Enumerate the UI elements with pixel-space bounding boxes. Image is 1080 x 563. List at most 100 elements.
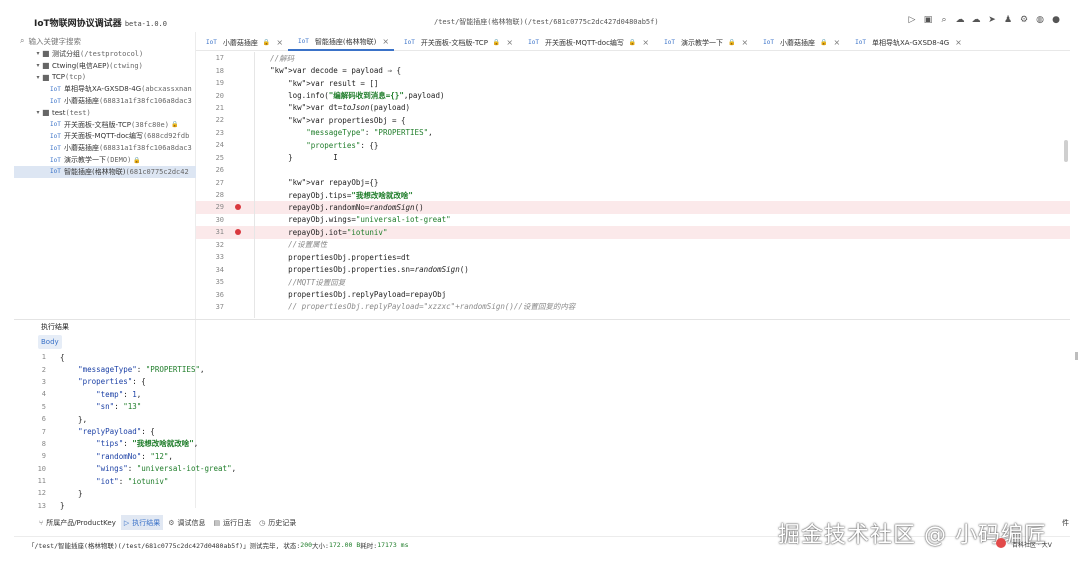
code-line[interactable]: 37 // propertiesObj.replyPayload="xzzxc"… [196,301,1070,313]
line-number: 27 [215,178,224,187]
tree-key: (68831a1f38fc106a8dac3 [99,144,192,153]
close-icon[interactable]: × [506,38,513,47]
chevron-down-icon[interactable]: ▾ [34,50,42,57]
bottom-tab-4[interactable]: ▤ 运行日志 [211,515,255,530]
chevron-down-icon[interactable]: ▾ [34,109,42,116]
tab-5[interactable]: IoT 演示教学一下 🔒 × [654,34,753,51]
chevron-down-icon[interactable]: ▾ [34,62,42,69]
tree-item[interactable]: IoT 智能插座(格林物联) (681c0775c2dc42 [14,165,196,178]
code-line[interactable]: 19 "kw">var result = [] [196,77,1070,89]
json-text: } [60,488,83,498]
app-version: beta-1.0.0 [124,20,167,28]
bottom-tab-3[interactable]: ⚙ 调试信息 [165,515,208,530]
line-number: 19 [215,79,224,88]
line-number: 20 [215,91,224,100]
json-text: } [60,501,65,511]
tab-label: 小蘑菇插座 [222,38,258,47]
search-icon[interactable]: ⌕ [938,14,950,26]
code-line[interactable]: 22 "kw">var propertiesObj = { [196,114,1070,126]
line-number: 26 [215,166,224,175]
settings-icon[interactable]: ⚙ [1018,14,1030,26]
line-number: 1 [41,353,46,362]
github-icon[interactable]: ● [1050,14,1062,26]
window-path: /test/智能插座(格林物联)(/test/681c0775c2dc427d0… [434,18,659,26]
json-result-view[interactable]: 1{2 "messageType": "PROPERTIES", 3 "prope… [14,351,1070,513]
save-icon[interactable]: ▣ [922,14,934,26]
code-line[interactable]: 31 repayObj.iot="iotuniv" [196,226,1070,239]
bottom-tab-5[interactable]: ◷ 历史记录 [256,515,299,530]
tab-1[interactable]: IoT 小蘑菇插座 🔒 × [196,34,288,51]
tree-item[interactable]: IoT 演示教学一下 (DEMO) 🔒 [14,154,196,166]
bottom-tab-2[interactable]: ▷ 执行结果 [120,515,164,530]
code-line[interactable]: 20 log.info("编解码收到消息={}",payload) [196,89,1070,101]
code-line[interactable]: 26 [196,164,1070,176]
code-editor[interactable]: 17 //解码 18 "kw">var decode = payload ⇒ {1… [196,52,1070,318]
bottom-tab-label: 所属产品/ProductKey [46,518,116,527]
tab-2[interactable]: IoT 智能插座(格林物联) × [288,34,395,51]
code-line[interactable]: 27 "kw">var repayObj={} [196,176,1070,188]
cloud-upload-icon[interactable]: ☁ [970,14,982,26]
body-tab[interactable]: Body [38,335,62,349]
tab-7[interactable]: IoT 单相导轨XA-GXSD8-4G × [845,34,967,51]
tree-item[interactable]: IoT 小蘑菇插座 (68831a1f38fc106a8dac3 [14,142,196,154]
close-icon[interactable]: × [642,38,649,47]
globe-icon[interactable]: ◍ [1034,14,1046,26]
breakpoint-icon[interactable] [235,229,241,236]
code-line[interactable]: 32 //设置属性 [196,239,1070,251]
line-number: 24 [215,141,224,150]
tree-item[interactable]: IoT 开关面板-MQTT-doc编写 (688cd92fdb [14,131,196,143]
code-line[interactable]: 28 repayObj.tips="我想改啥就改啥" [196,189,1070,201]
tree-group[interactable]: ▾ ■ Ctwing(电信AEP) (ctwing) [14,60,196,72]
code-line[interactable]: 18 "kw">var decode = payload ⇒ { [196,64,1070,76]
close-icon[interactable]: × [276,38,283,47]
tree-item[interactable]: IoT 开关面板-文档版-TCP (38fc80e) 🔒 [14,119,196,131]
tab-4[interactable]: IoT 开关面板-MQTT-doc编写 🔒 × [518,34,654,51]
close-icon[interactable]: × [955,38,962,47]
cloud-download-icon[interactable]: ☁ [954,14,966,26]
tab-label: 开关面板-文档版-TCP [420,38,488,47]
breakpoint-icon[interactable] [235,204,241,211]
code-line[interactable]: 35 //MQTT设置回复 [196,276,1070,288]
tab-label: 小蘑菇插座 [779,38,815,47]
line-number: 3 [41,377,46,386]
code-line[interactable]: 17 //解码 [196,52,1070,64]
json-text: "tips": "我想改啥就改啥", [96,439,199,449]
search-box[interactable]: ⌕ 输入关键字搜索 [18,34,194,48]
result-header: 执行结果 [14,319,1070,333]
line-number: 8 [41,439,46,448]
close-icon[interactable]: × [382,37,389,46]
line-number: 23 [215,128,224,137]
gutter[interactable] [224,229,252,236]
bottom-tab-1[interactable]: ⑂ 所属产品/ProductKey [36,515,119,530]
line-number: 36 [215,290,224,299]
lock-icon: 🔒 [727,39,736,46]
code-line[interactable]: 36 propertiesObj.replyPayload=repayObj [196,288,1070,300]
code-line[interactable]: 33 propertiesObj.properties=dt [196,251,1070,263]
code-line[interactable]: 23 "messageType": "PROPERTIES", [196,127,1070,139]
code-line[interactable]: 34 propertiesObj.properties.sn=randomSig… [196,263,1070,275]
tree-item[interactable]: IoT 小蘑菇插座 (68831a1f38fc106a8dac3 [14,95,196,107]
tab-3[interactable]: IoT 开关面板-文档版-TCP 🔒 × [394,34,518,51]
tree-item[interactable]: IoT 单相导轨XA-GXSD8-4G (abcxassxnan [14,83,196,95]
tree-group[interactable]: ▾ ■ test (test) [14,107,196,119]
json-text: "iot": "iotuniv" [96,476,169,486]
close-icon[interactable]: × [741,38,748,47]
send-icon[interactable]: ➤ [986,14,998,26]
search-input[interactable]: 输入关键字搜索 [28,36,81,47]
json-line: 12 } [14,487,1070,499]
code-line[interactable]: 24 "properties": {} [196,139,1070,151]
chevron-down-icon[interactable]: ▾ [34,74,42,81]
tree-group[interactable]: ▾ ■ 测试分组 (/testprotocol) [14,48,196,60]
code-line[interactable]: 29 repayObj.randomNo=randomSign() [196,201,1070,214]
code-line[interactable]: 30 repayObj.wings="universal-iot-great" [196,214,1070,226]
code-line[interactable]: 25 } I [196,152,1070,164]
close-icon[interactable]: × [833,38,840,47]
tree-group[interactable]: ▾ ■ TCP (tcp) [14,72,196,84]
gutter[interactable] [224,204,252,211]
play-icon[interactable]: ▷ [906,14,918,26]
json-scrollbar[interactable] [1075,352,1078,360]
editor-scrollbar[interactable] [1064,140,1068,162]
tab-6[interactable]: IoT 小蘑菇插座 🔒 × [753,34,845,51]
shirt-icon[interactable]: ♟ [1002,14,1014,26]
code-line[interactable]: 21 "kw">var dt=toJson(payload) [196,102,1070,114]
